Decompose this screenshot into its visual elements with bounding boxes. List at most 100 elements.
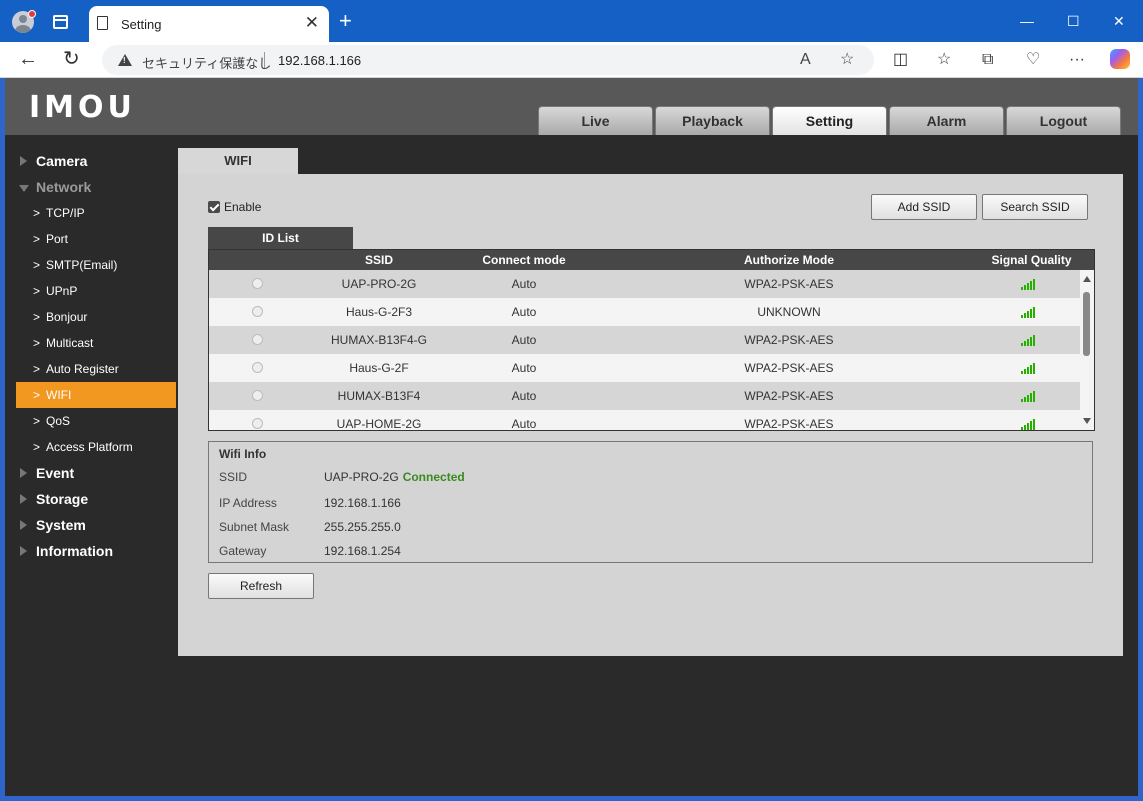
collapse-arrow-icon	[19, 185, 29, 192]
close-window-icon[interactable]: ✕	[1113, 11, 1125, 31]
sidebar-item-wifi[interactable]: > WIFI	[16, 382, 176, 408]
sidebar-item-system[interactable]: System	[16, 512, 176, 538]
nav-alarm[interactable]: Alarm	[889, 106, 1004, 135]
nav-live[interactable]: Live	[538, 106, 653, 135]
split-screen-icon[interactable]: ◫	[893, 50, 908, 70]
chevron-right-icon: >	[33, 258, 41, 272]
enable-row[interactable]: Enable	[208, 200, 261, 214]
favorite-star-icon[interactable]: ☆	[840, 50, 854, 70]
sidebar-item-multicast[interactable]: > Multicast	[16, 330, 176, 356]
sidebar-item-network[interactable]: Network	[16, 174, 176, 200]
select-radio[interactable]	[252, 418, 263, 429]
mask-value: 255.255.255.0	[324, 520, 401, 534]
select-radio[interactable]	[252, 334, 263, 345]
expand-arrow-icon	[20, 156, 27, 166]
notification-dot	[28, 10, 36, 18]
sidebar-item-bonjour[interactable]: > Bonjour	[16, 304, 176, 330]
chevron-right-icon: >	[33, 440, 41, 454]
wifi-panel: Enable Add SSID Search SSID ID List SSID…	[178, 174, 1123, 656]
table-row[interactable]: Haus-G-2F Auto WPA2-PSK-AES	[209, 354, 1080, 382]
chevron-right-icon: >	[33, 310, 41, 324]
back-icon[interactable]: ←	[18, 47, 38, 71]
tab-wifi[interactable]: WIFI	[178, 148, 298, 174]
select-radio[interactable]	[252, 390, 263, 401]
col-ssid: SSID	[364, 253, 393, 267]
connection-status: Connected	[402, 470, 465, 484]
sidebar-item-auto-register[interactable]: > Auto Register	[16, 356, 176, 382]
auth-cell: WPA2-PSK-AES	[744, 277, 834, 291]
imou-logo: IMOU	[29, 90, 136, 125]
sidebar-label: Multicast	[46, 336, 94, 350]
ssid-value: UAP-PRO-2G	[324, 470, 399, 484]
refresh-button[interactable]: Refresh	[208, 573, 314, 599]
collections-icon[interactable]: ⧉	[982, 50, 993, 70]
sidebar-item-upnp[interactable]: > UPnP	[16, 278, 176, 304]
search-ssid-button[interactable]: Search SSID	[982, 194, 1088, 220]
favorites-icon[interactable]: ☆	[937, 50, 951, 70]
new-tab-icon[interactable]: +	[339, 9, 352, 33]
auth-cell: WPA2-PSK-AES	[744, 417, 834, 431]
url-box[interactable]: セキュリティ保護なし 192.168.1.166 A ☆	[102, 45, 874, 75]
signal-icon	[1021, 335, 1037, 346]
browser-tab[interactable]: Setting ✕	[89, 6, 329, 42]
mode-cell: Auto	[511, 361, 537, 375]
auth-cell: WPA2-PSK-AES	[744, 333, 834, 347]
sidebar-item-qos[interactable]: > QoS	[16, 408, 176, 434]
select-radio[interactable]	[252, 278, 263, 289]
sidebar-item-smtp[interactable]: > SMTP(Email)	[16, 252, 176, 278]
sidebar: Camera Network > TCP/IP > Port > SMTP(Email…	[16, 148, 176, 564]
close-tab-icon[interactable]: ✕	[305, 13, 319, 33]
wifi-settings-content: WIFI Enable Add SSID Search SSID ID List…	[178, 148, 1123, 656]
security-text[interactable]: セキュリティ保護なし	[142, 53, 271, 72]
mode-cell: Auto	[511, 417, 537, 431]
table-row[interactable]: UAP-HOME-2G Auto WPA2-PSK-AES	[209, 410, 1080, 431]
enable-checkbox[interactable]	[208, 201, 220, 213]
table-scrollbar[interactable]	[1080, 270, 1094, 430]
signal-icon	[1021, 419, 1037, 430]
more-menu-icon[interactable]: ···	[1069, 50, 1085, 70]
table-row[interactable]: HUMAX-B13F4 Auto WPA2-PSK-AES	[209, 382, 1080, 410]
table-row[interactable]: UAP-PRO-2G Auto WPA2-PSK-AES	[209, 270, 1080, 298]
sidebar-label: Storage	[36, 491, 89, 507]
not-secure-icon[interactable]	[118, 54, 132, 66]
scroll-down-icon[interactable]	[1083, 418, 1091, 424]
sidebar-label: Camera	[36, 153, 88, 169]
table-row[interactable]: Haus-G-2F3 Auto UNKNOWN	[209, 298, 1080, 326]
chevron-right-icon: >	[33, 388, 41, 402]
scroll-up-icon[interactable]	[1083, 276, 1091, 282]
sidebar-item-port[interactable]: > Port	[16, 226, 176, 252]
sidebar-item-access-platform[interactable]: > Access Platform	[16, 434, 176, 460]
add-ssid-button[interactable]: Add SSID	[871, 194, 977, 220]
scroll-thumb[interactable]	[1083, 292, 1090, 356]
table-row[interactable]: HUMAX-B13F4-G Auto WPA2-PSK-AES	[209, 326, 1080, 354]
sidebar-label: Auto Register	[46, 362, 119, 376]
sidebar-item-storage[interactable]: Storage	[16, 486, 176, 512]
sidebar-item-camera[interactable]: Camera	[16, 148, 176, 174]
sidebar-item-information[interactable]: Information	[16, 538, 176, 564]
id-list-tab[interactable]: ID List	[208, 227, 353, 249]
sidebar-label: Access Platform	[46, 440, 133, 454]
app-header: IMOU Live Playback Setting Alarm Logout	[5, 78, 1138, 135]
nav-logout[interactable]: Logout	[1006, 106, 1121, 135]
url-text[interactable]: 192.168.1.166	[278, 53, 361, 68]
sidebar-item-tcpip[interactable]: > TCP/IP	[16, 200, 176, 226]
maximize-icon[interactable]: ☐	[1067, 11, 1080, 31]
nav-playback[interactable]: Playback	[655, 106, 770, 135]
chevron-right-icon: >	[33, 414, 41, 428]
copilot-icon[interactable]	[1110, 49, 1130, 69]
sidebar-item-event[interactable]: Event	[16, 460, 176, 486]
ssid-value-row: UAP-PRO-2G Connected	[324, 470, 465, 484]
select-radio[interactable]	[252, 362, 263, 373]
select-radio[interactable]	[252, 306, 263, 317]
ssid-cell: HUMAX-B13F4	[337, 389, 421, 403]
read-aloud-icon[interactable]: A	[800, 50, 811, 70]
nav-setting[interactable]: Setting	[772, 106, 887, 135]
reload-icon[interactable]: ↻	[63, 47, 80, 71]
chevron-right-icon: >	[33, 206, 41, 220]
signal-icon	[1021, 391, 1037, 402]
expand-arrow-icon	[20, 494, 27, 504]
minimize-icon[interactable]: —	[1020, 11, 1034, 31]
tab-actions-icon[interactable]	[53, 15, 68, 29]
sidebar-label: System	[36, 517, 86, 533]
browser-essentials-icon[interactable]: ♡	[1026, 50, 1040, 70]
